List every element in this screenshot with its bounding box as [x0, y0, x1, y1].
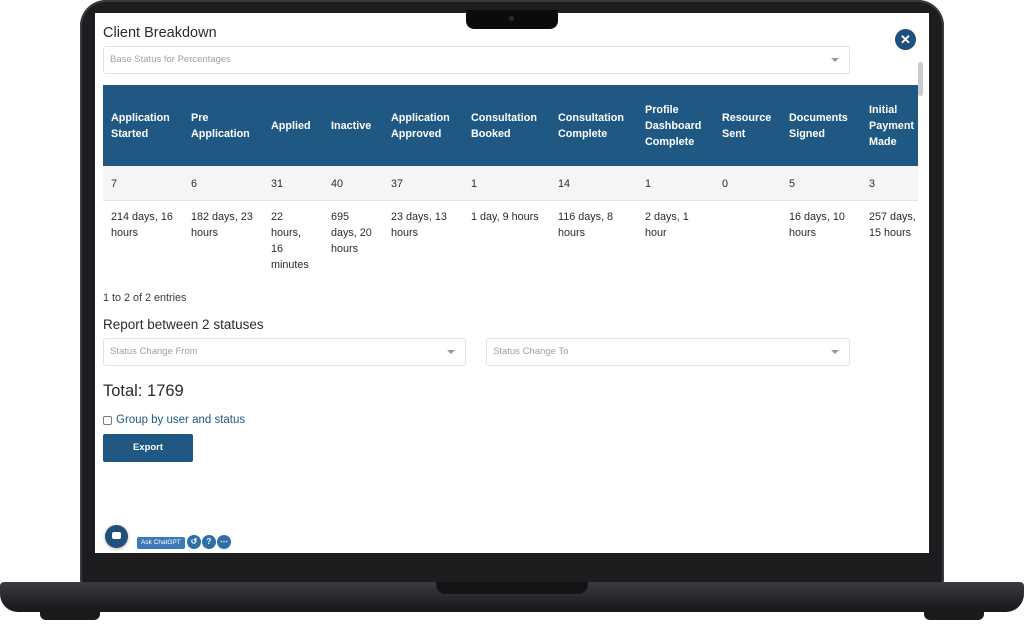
status-change-to-select[interactable]: Status Change To	[486, 338, 850, 366]
screen: Client Breakdown ✕ Base Status for Perce…	[95, 13, 929, 553]
base-status-select[interactable]: Base Status for Percentages	[103, 46, 850, 74]
total-count: Total: 1769	[103, 382, 184, 400]
column-header[interactable]: Consultation Complete	[550, 85, 637, 166]
export-button[interactable]: Export	[103, 434, 193, 462]
chevron-down-icon	[831, 350, 839, 354]
entries-info: 1 to 2 of 2 entries	[103, 292, 187, 304]
laptop-base	[0, 582, 1024, 612]
table-cell: 6	[183, 166, 263, 201]
table-row: 7 6 31 40 37 1 14 1 0 5 3	[103, 166, 918, 201]
column-header[interactable]: Inactive	[323, 85, 383, 166]
table-cell: 2 days, 1 hour	[645, 210, 689, 239]
table-cell: 22 hours, 16 minutes	[271, 210, 309, 271]
chevron-down-icon	[447, 350, 455, 354]
column-header[interactable]: Application Approved	[383, 85, 463, 166]
column-header[interactable]: Application Started	[103, 85, 183, 166]
status-from-placeholder: Status Change From	[110, 346, 198, 357]
laptop-foot	[40, 612, 100, 620]
table-cell: 214 days, 16 hours	[111, 210, 173, 239]
table-cell: 0	[714, 166, 781, 201]
column-header[interactable]: Documents Signed	[781, 85, 861, 166]
chat-icon[interactable]	[105, 525, 128, 548]
table-cell: 14	[550, 166, 637, 201]
base-status-placeholder: Base Status for Percentages	[110, 54, 231, 65]
table-header-row: Application Started Pre Application Appl…	[103, 85, 918, 166]
table-cell: 695 days, 20 hours	[331, 210, 372, 255]
chevron-down-icon	[831, 58, 839, 62]
table-cell: 1	[637, 166, 714, 201]
history-icon[interactable]: ↺	[187, 535, 201, 549]
scrollbar[interactable]	[918, 58, 924, 553]
close-icon[interactable]: ✕	[895, 29, 916, 50]
report-title: Report between 2 statuses	[103, 317, 264, 332]
column-header[interactable]: Pre Application	[183, 85, 263, 166]
modal-title: Client Breakdown	[103, 25, 217, 41]
ask-chatgpt-button[interactable]: Ask ChatGPT	[137, 537, 185, 549]
group-by-row: Group by user and status	[103, 414, 245, 426]
more-icon[interactable]: ⋯	[217, 535, 231, 549]
table-cell: 40	[323, 166, 383, 201]
table-cell: 257 days, 15 hours	[869, 210, 916, 239]
table-cell: 182 days, 23 hours	[191, 210, 253, 239]
table-cell: 3	[861, 166, 918, 201]
group-by-checkbox[interactable]	[103, 415, 112, 425]
camera-notch	[466, 10, 558, 29]
table-cell: 37	[383, 166, 463, 201]
laptop-foot	[924, 612, 984, 620]
column-header[interactable]: Resource Sent	[714, 85, 781, 166]
column-header[interactable]: Profile Dashboard Complete	[637, 85, 714, 166]
camera-icon	[509, 16, 514, 21]
table-cell: 5	[781, 166, 861, 201]
scrollbar-thumb[interactable]	[918, 62, 923, 96]
column-header[interactable]: Consultation Booked	[463, 85, 550, 166]
table-cell	[714, 200, 781, 273]
status-change-from-select[interactable]: Status Change From	[103, 338, 466, 366]
table-cell: 23 days, 13 hours	[391, 210, 447, 239]
table-cell: 1	[463, 166, 550, 201]
column-header[interactable]: Applied	[263, 85, 323, 166]
table-cell: 7	[103, 166, 183, 201]
group-by-label[interactable]: Group by user and status	[116, 414, 245, 426]
breakdown-table: Application Started Pre Application Appl…	[103, 85, 918, 285]
help-icon[interactable]: ?	[202, 535, 216, 549]
table-row: 214 days, 16 hours 182 days, 23 hours 22…	[103, 200, 918, 273]
table-cell: 116 days, 8 hours	[558, 210, 614, 239]
table-cell: 31	[263, 166, 323, 201]
base-groove	[436, 582, 588, 594]
table-cell: 16 days, 10 hours	[789, 210, 845, 239]
column-header[interactable]: Initial Payment Made	[861, 85, 918, 166]
status-to-placeholder: Status Change To	[493, 346, 569, 357]
table-cell: 1 day, 9 hours	[471, 210, 539, 223]
